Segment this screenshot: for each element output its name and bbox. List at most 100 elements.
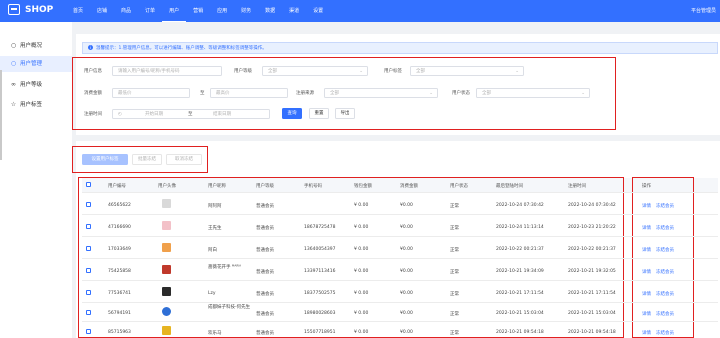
cell-last-login: 2022-10-21 19:34:09 [496, 269, 544, 274]
admin-account[interactable]: 平台管理员 [691, 0, 716, 22]
chevron-down-icon: ⌄ [581, 91, 585, 96]
regtime-range-input[interactable]: ◴ 开始日期 至 结束日期 [112, 109, 270, 119]
cell-nickname: 成都妹子科技-何先生 [208, 305, 251, 310]
sidebar-item-label: 用户标签 [20, 102, 43, 108]
detail-link[interactable]: 详情 [642, 269, 651, 275]
cell-spend: ¥0.00 [400, 247, 413, 252]
sidebar-scrollbar[interactable] [0, 70, 2, 160]
topnav-item-orders[interactable]: 订单 [138, 0, 162, 22]
regtime-label: 注册时间 [84, 112, 102, 117]
row-checkbox[interactable] [86, 224, 91, 229]
cell-phone: 13640054397 [304, 247, 336, 252]
topnav-item-apps[interactable]: 应用 [210, 0, 234, 22]
cell-user-id: 17033649 [108, 247, 131, 252]
info-icon: i [88, 45, 93, 50]
cell-user-id: 75425858 [108, 269, 131, 274]
row-checkbox[interactable] [86, 246, 91, 251]
freeze-member-link[interactable]: 冻结会员 [656, 311, 674, 317]
export-button[interactable]: 导出 [335, 108, 355, 119]
spend-max-input[interactable]: 最高价 [210, 88, 288, 98]
freeze-member-link[interactable]: 冻结会员 [656, 203, 674, 209]
tag-select[interactable]: 全部 ⌄ [410, 66, 524, 76]
col-operations: 操作 [642, 184, 651, 189]
freeze-member-link[interactable]: 冻结会员 [656, 291, 674, 297]
logo[interactable]: SHOP [8, 4, 53, 15]
row-checkbox[interactable] [86, 290, 91, 295]
row-checkbox[interactable] [86, 329, 91, 334]
topnav-item-users[interactable]: 用户 [162, 0, 187, 22]
keyword-placeholder: 请输入用户编号/昵称/手机号码 [118, 69, 180, 74]
sidebar-item-user-level[interactable]: ∞ 用户等级 [0, 77, 72, 93]
cancel-freeze-button[interactable]: 取消冻结 [166, 154, 202, 165]
topnav-item-channels[interactable]: 渠道 [282, 0, 306, 22]
row-checkbox[interactable] [86, 202, 91, 207]
source-select[interactable]: 全部 ⌄ [324, 88, 438, 98]
topnav-item-goods[interactable]: 商品 [114, 0, 138, 22]
topnav-item-home[interactable]: 首页 [66, 0, 90, 22]
sidebar-item-user-tag[interactable]: ☆ 用户标签 [0, 97, 72, 113]
detail-link[interactable]: 详情 [642, 311, 651, 317]
chevron-down-icon: ⌄ [359, 69, 363, 74]
cell-phone: 18377502575 [304, 291, 336, 296]
cell-wallet: ¥ 0.00 [354, 311, 369, 316]
cell-last-login: 2022-10-24 07:30:42 [496, 203, 544, 208]
cell-last-login: 2022-10-21 17:11:54 [496, 291, 544, 296]
select-all-checkbox[interactable] [86, 182, 91, 187]
detail-link[interactable]: 详情 [642, 291, 651, 297]
cell-phone: 13397113416 [304, 269, 336, 274]
freeze-member-link[interactable]: 冻结会员 [656, 247, 674, 253]
tag-label: 用户标签 [384, 69, 402, 74]
cell-nickname: 王先生 [208, 226, 222, 231]
detail-link[interactable]: 详情 [642, 225, 651, 231]
freeze-member-link[interactable]: 冻结会员 [656, 330, 674, 336]
level-icon: ∞ [11, 81, 16, 88]
topnav-item-settings[interactable]: 设置 [306, 0, 330, 22]
detail-link[interactable]: 详情 [642, 330, 651, 336]
cell-status: 正常 [450, 331, 459, 336]
cell-level: 普通会员 [256, 204, 274, 209]
batch-freeze-button[interactable]: 批量冻结 [132, 154, 162, 165]
sidebar-item-user-manage[interactable]: ○ 用户管理 [0, 56, 72, 72]
section-divider [76, 135, 720, 141]
cell-phone: 18980028603 [304, 311, 336, 316]
cell-status: 正常 [450, 248, 459, 253]
freeze-member-link[interactable]: 冻结会员 [656, 269, 674, 275]
freeze-member-link[interactable]: 冻结会员 [656, 225, 674, 231]
cell-user-id: 46565622 [108, 203, 131, 208]
level-select[interactable]: 全部 ⌄ [262, 66, 368, 76]
calendar-icon: ◴ [118, 112, 122, 117]
query-button[interactable]: 查询 [282, 108, 302, 119]
status-select[interactable]: 全部 ⌄ [476, 88, 590, 98]
keyword-input[interactable]: 请输入用户编号/昵称/手机号码 [112, 66, 222, 76]
topnav-item-store[interactable]: 店铺 [90, 0, 114, 22]
cell-nickname: 欢乐马 [208, 331, 222, 336]
person-icon: ○ [10, 42, 17, 49]
topnav-item-finance[interactable]: 财务 [234, 0, 258, 22]
cell-user-id: 85715963 [108, 330, 131, 335]
cell-level: 普通会员 [256, 226, 274, 231]
row-checkbox[interactable] [86, 310, 91, 315]
row-checkbox[interactable] [86, 268, 91, 273]
cell-registered: 2022-10-21 09:54:18 [568, 330, 616, 335]
topnav-item-data[interactable]: 数据 [258, 0, 282, 22]
cell-registered: 2022-10-21 19:32:05 [568, 269, 616, 274]
tag-icon: ☆ [10, 101, 17, 108]
row-divider [82, 280, 718, 281]
cell-wallet: ¥ 0.00 [354, 225, 369, 230]
topnav-item-marketing[interactable]: 营销 [186, 0, 210, 22]
row-divider [82, 192, 718, 193]
notice-banner: i 温馨提示：1.管理用户信息，可以进行编辑、账户调整、等级调整和标签调整等操作。 [82, 42, 718, 54]
cell-wallet: ¥ 0.00 [354, 291, 369, 296]
detail-link[interactable]: 详情 [642, 247, 651, 253]
sidebar-item-user-overview[interactable]: ○ 用户概况 [0, 38, 72, 54]
source-value: 全部 [330, 91, 339, 96]
spend-min-input[interactable]: 最低价 [112, 88, 190, 98]
cell-status: 正常 [450, 204, 459, 209]
set-member-button[interactable]: 设置用户标签 [82, 154, 128, 165]
col-last-login: 最后登陆时间 [496, 184, 523, 189]
cell-nickname: Lzy [208, 291, 216, 296]
reset-button[interactable]: 重置 [309, 108, 329, 119]
col-level: 用户等级 [256, 184, 274, 189]
cell-level: 普通会员 [256, 292, 274, 297]
detail-link[interactable]: 详情 [642, 203, 651, 209]
